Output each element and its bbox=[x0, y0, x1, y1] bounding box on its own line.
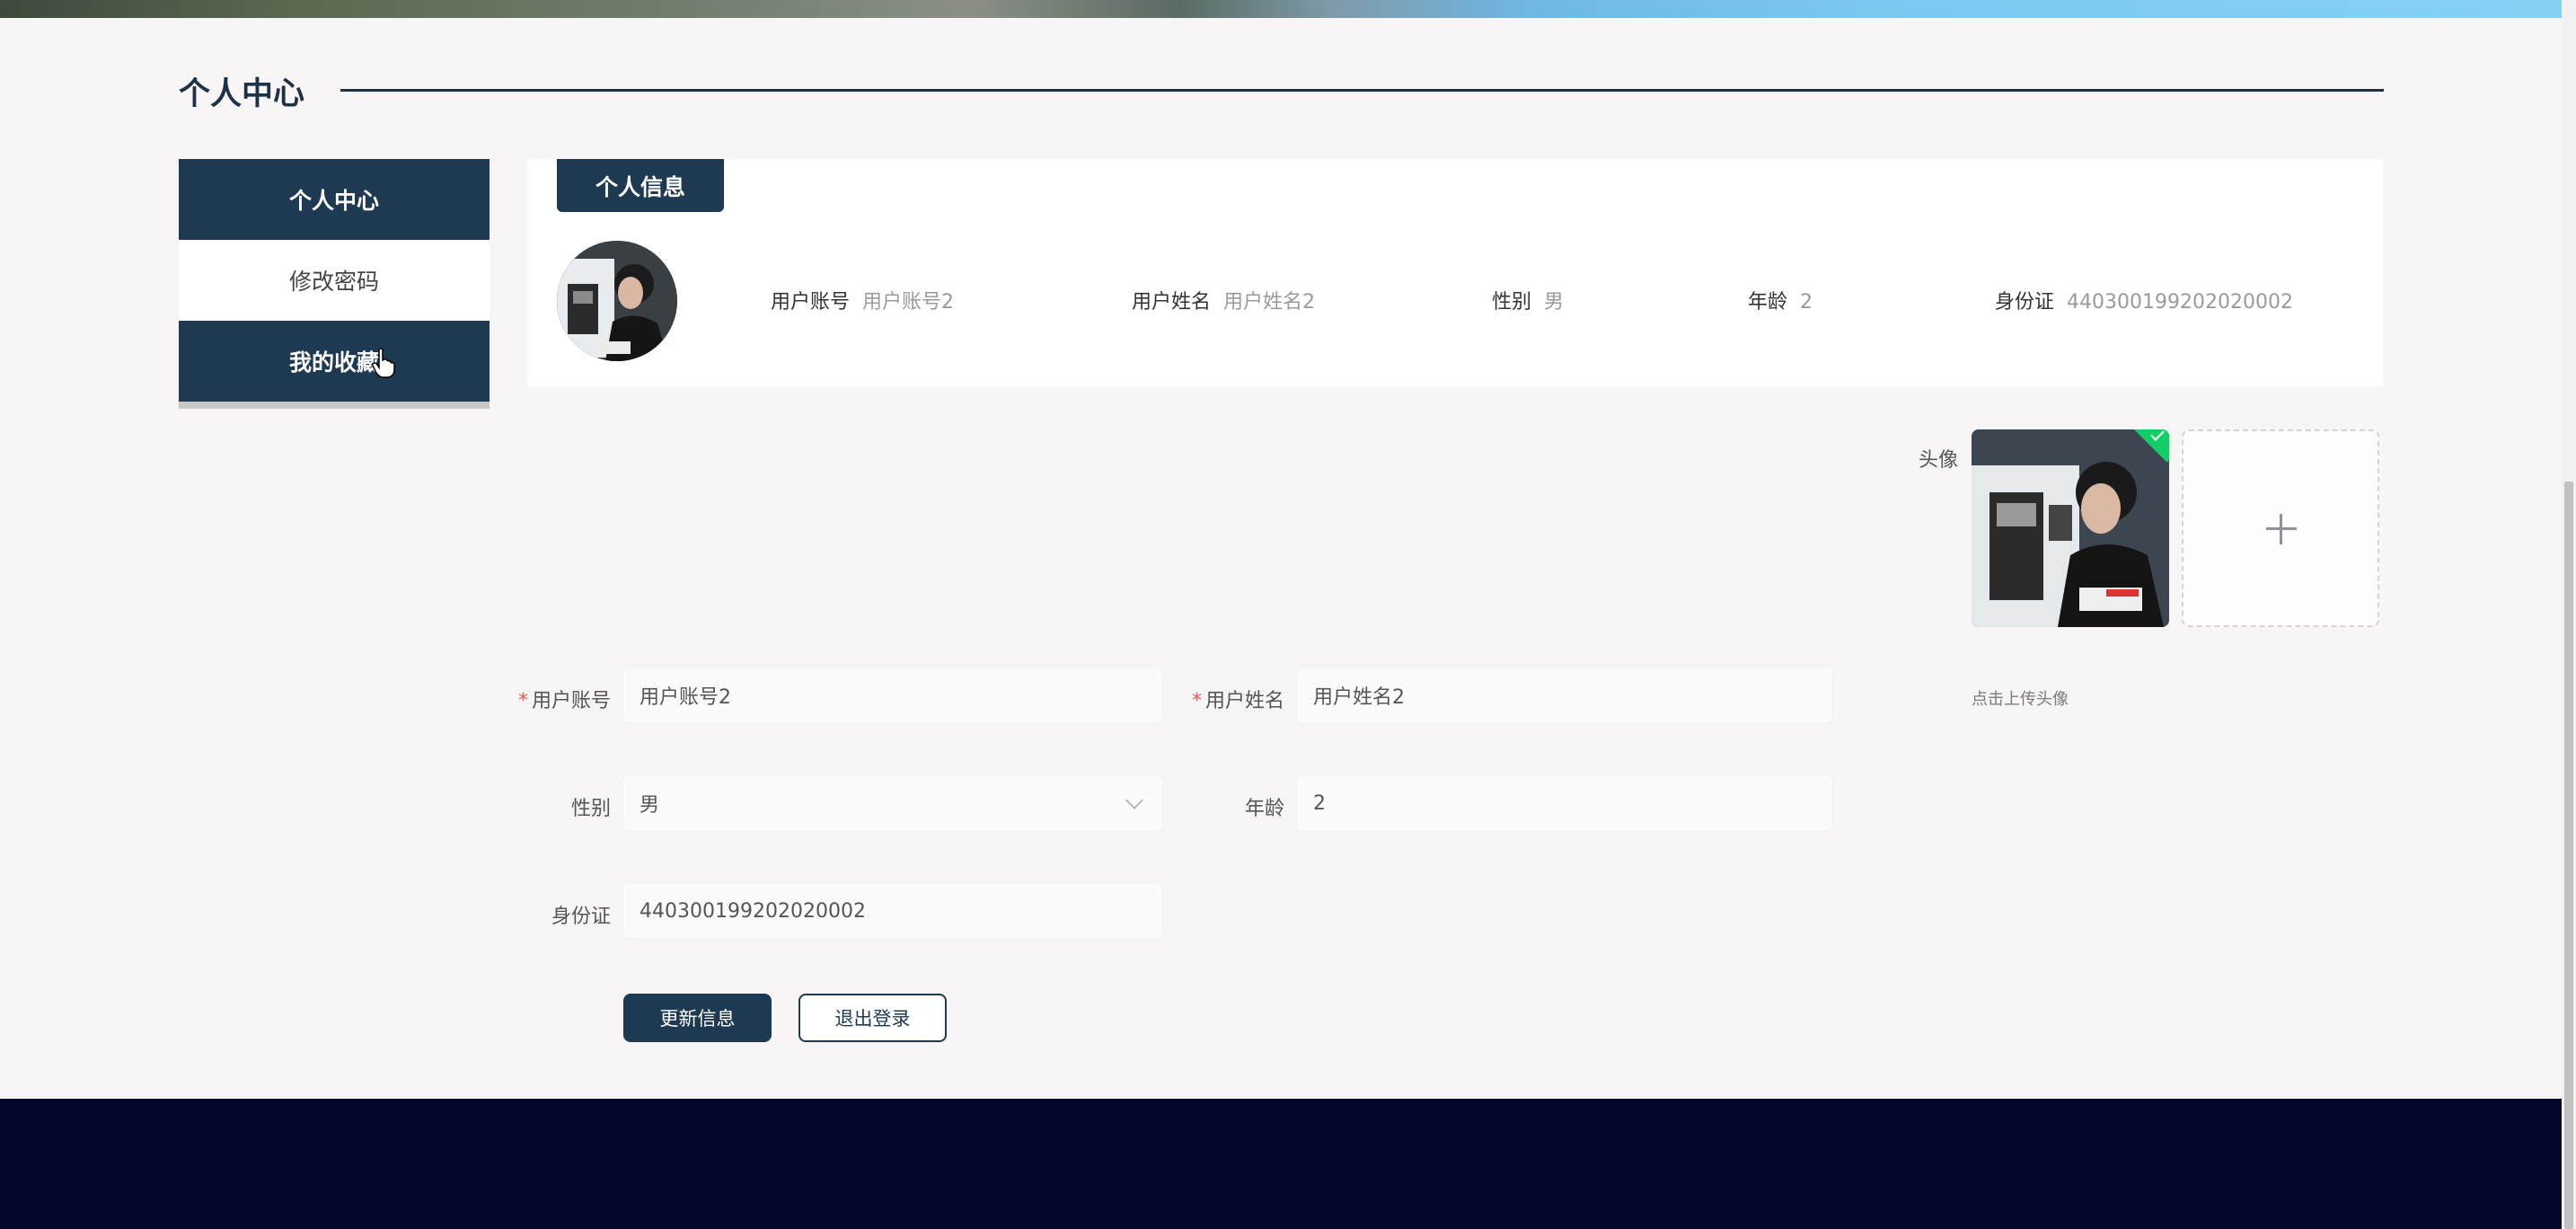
name-label-text: 用户姓名 bbox=[1204, 690, 1284, 712]
sidebar: 个人中心 修改密码 我的收藏 bbox=[179, 159, 490, 409]
uploaded-photo-icon bbox=[1972, 429, 2169, 627]
age-input[interactable]: 2 bbox=[1297, 776, 1832, 830]
info-name-value: 用户姓名2 bbox=[1223, 291, 1316, 314]
info-name-key: 用户姓名 bbox=[1132, 291, 1212, 314]
plus-icon-vertical bbox=[2280, 514, 2282, 544]
page: 个人中心 个人中心 修改密码 我的收藏 个人信息 用户账号 用户账号2 用户姓名用… bbox=[0, 0, 2576, 1229]
page-title: 个人中心 bbox=[179, 76, 305, 112]
gender-label: 性别 bbox=[570, 798, 611, 820]
account-input[interactable]: 用户账号2 bbox=[623, 668, 1162, 722]
gender-select-value: 男 bbox=[640, 794, 660, 817]
info-id-card-key: 身份证 bbox=[1995, 291, 2055, 314]
tab-personal-info[interactable]: 个人信息 bbox=[557, 159, 724, 212]
info-age: 年龄 2 bbox=[1748, 286, 1813, 314]
info-gender-value: 男 bbox=[1544, 291, 1565, 314]
info-age-key: 年龄 bbox=[1748, 291, 1788, 314]
gender-select[interactable]: 男 bbox=[623, 776, 1162, 830]
sidebar-item-profile[interactable]: 个人中心 bbox=[179, 159, 490, 240]
footer bbox=[0, 1099, 2562, 1229]
sidebar-item-favorites[interactable]: 我的收藏 bbox=[179, 321, 490, 402]
sidebar-bottom-bar bbox=[179, 402, 490, 409]
info-id-card: 身份证 440300199202020002 bbox=[1995, 286, 2293, 314]
scrollbar-thumb[interactable] bbox=[2564, 482, 2573, 1229]
required-mark: * bbox=[517, 690, 528, 712]
sidebar-item-change-password[interactable]: 修改密码 bbox=[179, 240, 490, 321]
avatar bbox=[557, 241, 677, 361]
info-gender-key: 性别 bbox=[1492, 291, 1532, 314]
scrollbar-track[interactable] bbox=[2562, 0, 2576, 1229]
profile-info-card bbox=[527, 159, 2383, 387]
avatar-upload-button[interactable] bbox=[2182, 429, 2379, 627]
id-card-label: 身份证 bbox=[551, 906, 611, 928]
avatar-label: 头像 bbox=[1918, 449, 1958, 472]
avatar-upload-thumbnail[interactable] bbox=[1972, 429, 2169, 627]
name-label: * 用户姓名 bbox=[1177, 685, 1284, 713]
info-account: 用户账号 用户账号2 bbox=[771, 286, 954, 314]
avatar-photo-icon bbox=[557, 241, 677, 361]
info-account-key: 用户账号 bbox=[771, 291, 851, 314]
name-input[interactable]: 用户姓名2 bbox=[1297, 668, 1832, 722]
info-id-card-value: 440300199202020002 bbox=[2067, 291, 2293, 314]
id-card-input[interactable]: 440300199202020002 bbox=[623, 884, 1162, 938]
account-label-text: 用户账号 bbox=[531, 690, 611, 712]
required-mark: * bbox=[1191, 690, 1202, 712]
info-name: 用户姓名 用户姓名2 bbox=[1132, 286, 1315, 314]
hand-cursor-icon bbox=[372, 348, 395, 378]
account-label: * 用户账号 bbox=[503, 685, 611, 713]
title-divider bbox=[340, 89, 2384, 92]
info-gender: 性别男 bbox=[1492, 286, 1564, 314]
age-label: 年龄 bbox=[1244, 798, 1284, 820]
info-age-value: 2 bbox=[1800, 291, 1813, 314]
chevron-down-icon bbox=[1125, 791, 1143, 809]
info-account-value: 用户账号2 bbox=[862, 291, 955, 314]
upload-tip: 点击上传头像 bbox=[1972, 690, 2069, 709]
logout-button[interactable]: 退出登录 bbox=[798, 994, 947, 1042]
update-info-button[interactable]: 更新信息 bbox=[623, 994, 772, 1042]
header-banner-image bbox=[0, 0, 2562, 18]
check-icon bbox=[2150, 429, 2165, 441]
